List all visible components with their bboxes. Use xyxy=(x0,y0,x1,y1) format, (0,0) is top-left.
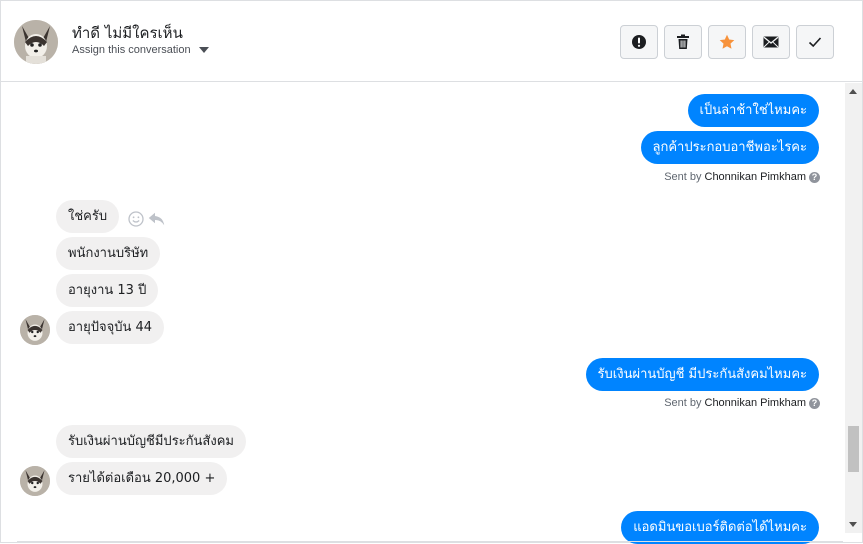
trash-icon xyxy=(677,34,689,49)
scroll-up-arrow-icon[interactable] xyxy=(849,89,857,94)
sent-by-name: Chonnikan Pimkham xyxy=(704,397,807,409)
mark-spam-button[interactable] xyxy=(620,25,658,59)
message-thread[interactable]: เป็นล่าช้าใช่ไหมคะ ลูกค้าประกอบอาชีพอะไร… xyxy=(2,83,845,544)
delete-button[interactable] xyxy=(664,25,702,59)
mark-unread-button[interactable] xyxy=(752,25,790,59)
thread-scrollbar[interactable] xyxy=(845,83,862,533)
message-outgoing[interactable]: ลูกค้าประกอบอาชีพอะไรคะ xyxy=(640,131,819,164)
checkmark-icon xyxy=(808,37,822,48)
caret-down-icon xyxy=(198,47,209,53)
mark-done-button[interactable] xyxy=(796,25,834,59)
contact-name: ทำดี ไม่มีใครเห็น xyxy=(72,24,183,42)
star-icon xyxy=(719,34,735,49)
composer-divider xyxy=(17,541,843,542)
scrollbar-thumb[interactable] xyxy=(848,426,859,472)
message-outgoing[interactable]: แอดมินขอเบอร์ติดต่อได้ไหมคะ xyxy=(621,511,819,544)
message-incoming[interactable]: อายุงาน 13 ปี xyxy=(56,274,159,307)
sent-by-label: Sent by Chonnikan Pimkham ? xyxy=(664,171,820,183)
message-incoming[interactable]: อายุปัจจุบัน 44 xyxy=(56,311,165,344)
contact-avatar[interactable] xyxy=(14,20,58,64)
assign-conversation-dropdown[interactable]: Assign this conversation xyxy=(72,44,209,56)
assign-label: Assign this conversation xyxy=(72,44,191,56)
sent-by-label: Sent by Chonnikan Pimkham ? xyxy=(664,397,820,409)
contact-avatar-small xyxy=(20,466,50,496)
sent-by-prefix: Sent by xyxy=(664,397,702,409)
message-incoming[interactable]: พนักงานบริษัท xyxy=(56,237,161,270)
conversation-panel: ทำดี ไม่มีใครเห็น Assign this conversati… xyxy=(0,0,863,544)
smiley-icon[interactable] xyxy=(128,211,144,227)
message-outgoing[interactable]: รับเงินผ่านบัญชี มีประกันสังคมไหมคะ xyxy=(585,358,819,391)
message-outgoing[interactable]: เป็นล่าช้าใช่ไหมคะ xyxy=(687,94,819,127)
conversation-toolbar xyxy=(620,25,834,59)
sent-by-prefix: Sent by xyxy=(664,171,702,183)
exclamation-circle-icon xyxy=(632,35,646,49)
help-icon[interactable]: ? xyxy=(809,397,820,409)
message-incoming[interactable]: ใช่ครับ xyxy=(56,200,120,233)
message-actions xyxy=(128,211,165,227)
envelope-icon xyxy=(763,36,779,48)
message-incoming[interactable]: รับเงินผ่านบัญชีมีประกันสังคม xyxy=(56,425,246,458)
scroll-down-arrow-icon[interactable] xyxy=(849,522,857,527)
contact-avatar-small xyxy=(20,315,50,345)
reply-icon[interactable] xyxy=(148,212,165,226)
sent-by-name: Chonnikan Pimkham xyxy=(704,171,807,183)
conversation-header: ทำดี ไม่มีใครเห็น Assign this conversati… xyxy=(1,1,862,82)
message-incoming[interactable]: รายได้ต่อเดือน 20,000 + xyxy=(56,462,228,495)
star-button[interactable] xyxy=(708,25,746,59)
help-icon[interactable]: ? xyxy=(809,171,820,183)
